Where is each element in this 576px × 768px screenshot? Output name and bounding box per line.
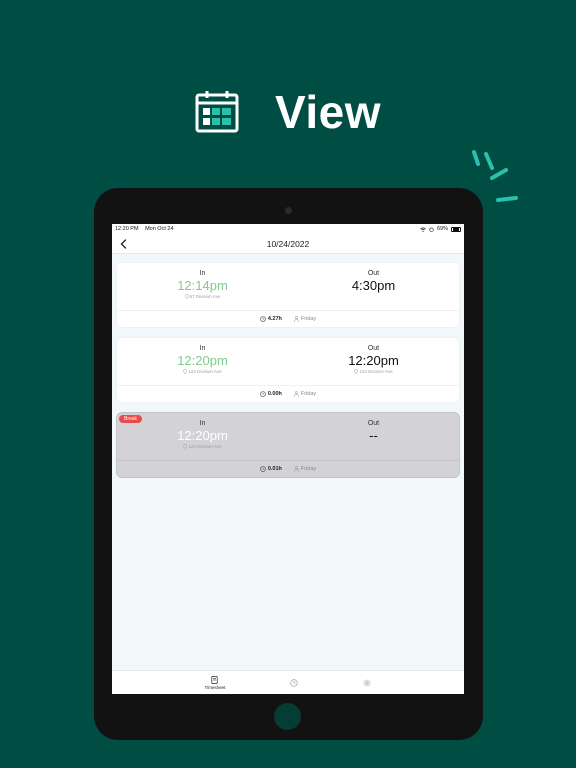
tab-settings[interactable] (363, 679, 371, 687)
out-label: Out (367, 420, 380, 427)
chevron-left-icon (120, 239, 126, 249)
clock-icon (260, 316, 266, 322)
hours-total: 0.00h (260, 391, 282, 397)
location-text: 123 Division Ave (188, 444, 222, 449)
calendar-icon (195, 91, 239, 133)
entry-footer: 0.01h Friday (117, 460, 459, 477)
home-button[interactable] (274, 703, 301, 730)
hours-value: 0.01h (267, 466, 282, 472)
clock-in-location: 67 Division Ave (184, 294, 221, 299)
out-label: Out (367, 270, 380, 277)
entry-footer: 4.27h Friday (117, 310, 459, 327)
clock-out-column: Out 12:20pm 123 Division Ave (288, 338, 459, 385)
in-label: In (199, 345, 206, 352)
clock-in-time: 12:20pm (177, 428, 228, 443)
location-pin-icon (184, 294, 189, 299)
clock-icon (290, 678, 299, 687)
headline-title: View (275, 86, 381, 138)
status-time: 12:20 PM (115, 226, 139, 232)
gear-icon (364, 679, 371, 686)
day-value: Friday (300, 391, 317, 397)
status-date: Mon Oct 24 (145, 226, 174, 232)
hours-value: 0.00h (267, 391, 282, 397)
clock-icon (260, 391, 266, 397)
person-icon (294, 391, 299, 397)
location-pin-icon (183, 369, 188, 374)
out-label: Out (367, 345, 380, 352)
clock-out-column: Out -- (288, 413, 459, 460)
break-badge: Break (119, 415, 143, 423)
hours-total: 0.01h (260, 466, 282, 472)
tab-clock[interactable] (290, 678, 299, 687)
headline: View (0, 84, 576, 140)
clock-icon (260, 466, 266, 472)
person-icon (294, 466, 299, 472)
battery-icon (451, 226, 461, 232)
clock-out-time: -- (369, 428, 378, 443)
day-value: Friday (300, 466, 317, 472)
clock-out-location: 123 Division Ave (354, 369, 393, 374)
tab-bar: Timesheet (112, 670, 464, 694)
status-bar: 12:20 PM Mon Oct 24 69% (112, 224, 464, 234)
clock-in-time: 12:20pm (177, 353, 228, 368)
clock-in-location: 123 Division Ave (183, 369, 222, 374)
in-label: In (199, 420, 206, 427)
location-text: 123 Division Ave (188, 369, 222, 374)
tablet-frame: 12:20 PM Mon Oct 24 69% 10/24/2022 In 12… (94, 188, 483, 740)
clock-in-time: 12:14pm (177, 278, 228, 293)
location-text: 67 Division Ave (189, 294, 221, 299)
clock-in-column: In 12:14pm 67 Division Ave (117, 263, 288, 310)
back-button[interactable] (116, 236, 130, 252)
nav-date-title: 10/24/2022 (266, 238, 310, 249)
app-screen: 12:20 PM Mon Oct 24 69% 10/24/2022 In 12… (112, 224, 464, 694)
tab-label: Timesheet (204, 684, 226, 690)
document-icon (211, 675, 218, 684)
in-label: In (199, 270, 206, 277)
location-text: 123 Division Ave (359, 369, 393, 374)
day-value: Friday (300, 316, 317, 322)
time-entry-card[interactable]: In 12:20pm 123 Division Ave Out 12:20pm … (116, 337, 460, 403)
clock-out-time: 4:30pm (351, 278, 396, 293)
time-entry-card[interactable]: In 12:14pm 67 Division Ave Out 4:30pm 4.… (116, 262, 460, 328)
clock-out-time: 12:20pm (348, 353, 399, 368)
nav-bar: 10/24/2022 (112, 234, 464, 254)
clock-in-column: In 12:20pm 123 Division Ave (117, 338, 288, 385)
location-pin-icon (183, 444, 188, 449)
alarm-icon (429, 227, 434, 232)
timesheet-list: In 12:14pm 67 Division Ave Out 4:30pm 4.… (112, 254, 464, 478)
break-entry-card[interactable]: Break In 12:20pm 123 Division Ave Out -- (116, 412, 460, 478)
entry-day: Friday (294, 466, 316, 472)
location-pin-icon (354, 369, 359, 374)
hours-value: 4.27h (267, 316, 282, 322)
person-icon (294, 316, 299, 322)
clock-in-location: 123 Division Ave (183, 444, 222, 449)
hours-total: 4.27h (260, 316, 282, 322)
tab-timesheet[interactable]: Timesheet (204, 675, 226, 690)
battery-percent: 69% (436, 226, 448, 232)
clock-out-column: Out 4:30pm (288, 263, 459, 310)
entry-day: Friday (294, 391, 316, 397)
entry-day: Friday (294, 316, 316, 322)
clock-in-column: In 12:20pm 123 Division Ave (117, 413, 288, 460)
entry-footer: 0.00h Friday (117, 385, 459, 402)
camera (285, 207, 292, 214)
wifi-icon (420, 227, 426, 232)
